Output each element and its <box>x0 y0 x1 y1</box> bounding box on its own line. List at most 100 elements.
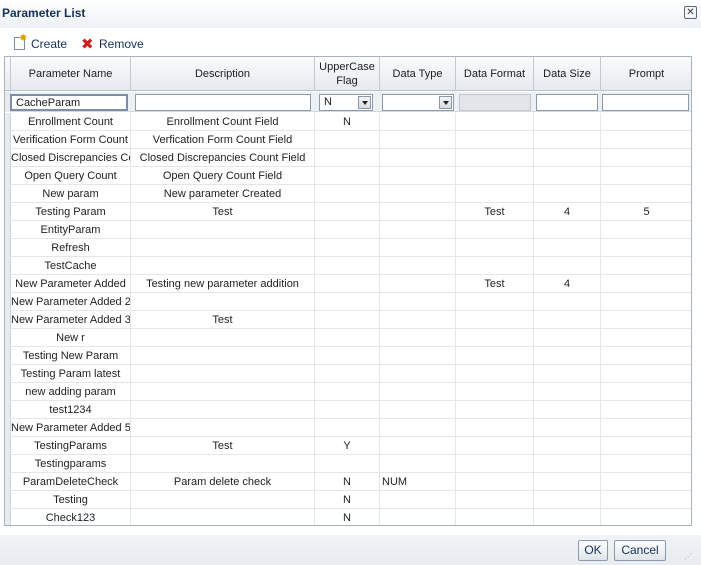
cell-data-size <box>534 257 601 275</box>
column-header-data-type[interactable]: Data Type <box>380 57 456 91</box>
cell-prompt: 5 <box>601 203 691 221</box>
cell-prompt <box>601 239 691 257</box>
cell-data-type <box>380 275 456 293</box>
cell-prompt <box>601 419 691 437</box>
cell-data-format <box>456 185 534 203</box>
cell-data-size <box>534 329 601 347</box>
cancel-button[interactable]: Cancel <box>614 540 666 561</box>
cell-prompt <box>601 149 691 167</box>
create-button[interactable]: ✸ Create <box>12 33 68 52</box>
cell-data-type <box>380 149 456 167</box>
data-size-input[interactable] <box>536 94 598 111</box>
table-row[interactable]: Testing New Param <box>5 347 691 365</box>
cell-uppercase-flag <box>315 131 380 149</box>
table-row[interactable]: Testingparams <box>5 455 691 473</box>
cell-description <box>131 221 315 239</box>
cell-description <box>131 491 315 509</box>
cell-prompt <box>601 365 691 383</box>
cell-data-type <box>380 257 456 275</box>
ok-button[interactable]: OK <box>578 540 608 561</box>
table-row[interactable]: Testing N <box>5 491 691 509</box>
cell-parameter-name: Testingparams <box>11 455 131 473</box>
table-row[interactable]: New Parameter Added Testing new parameter… <box>5 275 691 293</box>
table-row[interactable]: EntityParam <box>5 221 691 239</box>
cell-description: Verfication Form Count Field <box>131 131 315 149</box>
cell-data-size <box>534 239 601 257</box>
table-row[interactable]: Open Query Count Open Query Count Field <box>5 167 691 185</box>
cell-parameter-name: Testing Param <box>11 203 131 221</box>
table-row[interactable]: Closed Discrepancies Cou Closed Discrepan… <box>5 149 691 167</box>
parameter-name-input[interactable]: CacheParam <box>10 94 128 111</box>
data-format-input <box>459 94 531 111</box>
cell-data-type <box>380 509 456 525</box>
cell-data-type: NUM <box>380 473 456 491</box>
cell-uppercase-flag <box>315 257 380 275</box>
cell-prompt <box>601 167 691 185</box>
table-row[interactable]: New param New parameter Created <box>5 185 691 203</box>
cell-data-format <box>456 437 534 455</box>
cell-data-format <box>456 221 534 239</box>
cell-prompt <box>601 221 691 239</box>
parameter-table: Parameter Name Description UpperCase Fla… <box>4 56 692 526</box>
column-header-data-format[interactable]: Data Format <box>456 57 534 91</box>
cell-prompt <box>601 473 691 491</box>
cell-data-size <box>534 113 601 131</box>
chevron-down-icon[interactable] <box>358 96 371 109</box>
cell-prompt <box>601 437 691 455</box>
resize-grip-icon[interactable]: ⋰ <box>684 552 698 562</box>
table-row[interactable]: New Parameter Added 3 Test <box>5 311 691 329</box>
cell-data-format <box>456 401 534 419</box>
column-header-data-size[interactable]: Data Size <box>534 57 601 91</box>
data-type-select[interactable] <box>382 94 454 111</box>
remove-button[interactable]: ✖ Remove <box>80 35 144 53</box>
table-row[interactable]: New Parameter Added 5 <box>5 419 691 437</box>
cell-data-format <box>456 239 534 257</box>
cell-data-format <box>456 131 534 149</box>
cell-data-format <box>456 329 534 347</box>
table-row[interactable]: TestingParams Test Y <box>5 437 691 455</box>
create-label: Create <box>31 36 68 51</box>
table-row[interactable]: Refresh <box>5 239 691 257</box>
cell-data-format <box>456 257 534 275</box>
close-icon[interactable]: ✕ <box>684 6 697 19</box>
cell-uppercase-flag <box>315 185 380 203</box>
column-header-parameter-name[interactable]: Parameter Name <box>11 57 131 91</box>
table-row[interactable]: Testing Param latest <box>5 365 691 383</box>
cell-uppercase-flag: N <box>315 473 380 491</box>
cell-prompt <box>601 347 691 365</box>
chevron-down-icon[interactable] <box>439 96 452 109</box>
cell-uppercase-flag <box>315 275 380 293</box>
column-header-uppercase-flag[interactable]: UpperCase Flag <box>315 57 380 91</box>
table-row[interactable]: TestCache <box>5 257 691 275</box>
prompt-input[interactable] <box>602 94 689 111</box>
cell-uppercase-flag <box>315 167 380 185</box>
table-row[interactable]: ParamDeleteCheck Param delete check N NUM <box>5 473 691 491</box>
cell-data-size <box>534 149 601 167</box>
toolbar: ✸ Create ✖ Remove <box>0 33 701 54</box>
cell-prompt <box>601 491 691 509</box>
uppercase-flag-select[interactable]: N <box>319 94 373 111</box>
cell-description: Enrollment Count Field <box>131 113 315 131</box>
cell-data-size <box>534 311 601 329</box>
cell-description <box>131 455 315 473</box>
description-input[interactable] <box>135 94 311 111</box>
table-row[interactable]: Check123 N <box>5 509 691 525</box>
table-row[interactable]: Verification Form Count Verfication Form … <box>5 131 691 149</box>
cell-parameter-name: Testing <box>11 491 131 509</box>
cell-uppercase-flag <box>315 203 380 221</box>
table-row[interactable]: test1234 <box>5 401 691 419</box>
cell-parameter-name: Testing Param latest <box>11 365 131 383</box>
column-header-description[interactable]: Description <box>131 57 315 91</box>
table-row[interactable]: Enrollment Count Enrollment Count Field N <box>5 113 691 131</box>
table-row[interactable]: New r <box>5 329 691 347</box>
cell-description: Testing new parameter addition <box>131 275 315 293</box>
table-row[interactable]: Testing Param Test Test 4 5 <box>5 203 691 221</box>
cell-data-type <box>380 455 456 473</box>
cell-data-format <box>456 167 534 185</box>
table-row[interactable]: New Parameter Added 2 <box>5 293 691 311</box>
cell-description: Open Query Count Field <box>131 167 315 185</box>
cell-uppercase-flag <box>315 221 380 239</box>
table-row[interactable]: new adding param <box>5 383 691 401</box>
column-header-prompt[interactable]: Prompt <box>601 57 691 91</box>
cell-parameter-name: New Parameter Added 5 <box>11 419 131 437</box>
